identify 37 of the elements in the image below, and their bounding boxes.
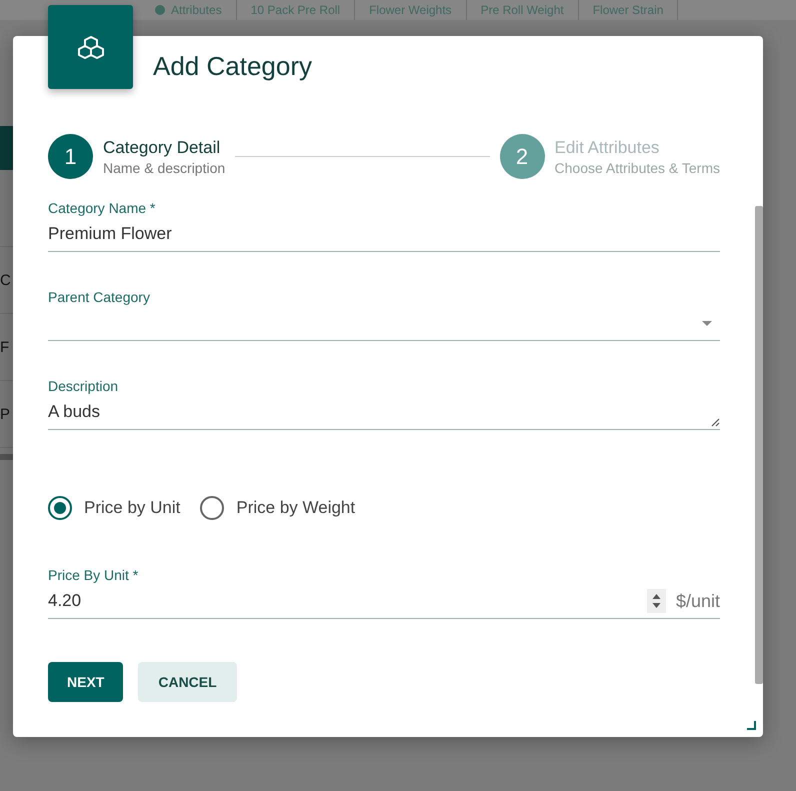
resize-corner-icon[interactable]	[747, 721, 756, 730]
boxes-icon	[78, 35, 104, 59]
next-button[interactable]: NEXT	[48, 662, 124, 702]
field-value: Premium Flower	[48, 224, 172, 244]
step-number: 2	[500, 134, 545, 179]
tag-icon	[154, 4, 166, 16]
row-text: F	[0, 338, 10, 356]
input-field[interactable]: Description A buds	[48, 377, 720, 430]
resize-grip-icon	[711, 418, 720, 427]
radio-button[interactable]	[48, 496, 72, 520]
scrollbar[interactable]	[755, 206, 763, 684]
row-text: P	[0, 406, 10, 422]
row-text: C	[0, 272, 11, 288]
caret-icon	[702, 320, 712, 326]
step-title: Edit Attributes	[554, 138, 660, 158]
field-label: Parent Category	[48, 288, 151, 306]
unit-suffix: $/unit	[676, 590, 720, 612]
cancel-button[interactable]: CANCEL	[138, 662, 237, 702]
dropdown-field[interactable]: Parent Category	[48, 288, 720, 341]
radio-option[interactable]: Price by Unit	[48, 496, 180, 520]
field-value: A buds	[48, 402, 100, 422]
spinner-icon[interactable]	[646, 589, 666, 613]
radio-option[interactable]: Price by Weight	[200, 496, 356, 520]
field-label: Description	[48, 377, 120, 395]
step-subtitle: Choose Attributes & Terms	[554, 160, 720, 176]
header-bar	[0, 126, 13, 170]
dialog-title: Add Category	[153, 50, 312, 82]
input-field[interactable]: Price By Unit * 4.20 $/unit	[48, 566, 720, 619]
input-field[interactable]: Category Name * Premium Flower	[48, 199, 720, 252]
field-label: Price By Unit *	[48, 566, 140, 584]
field-value: 4.20	[48, 591, 82, 611]
horizontal-scrollbar[interactable]	[0, 454, 13, 460]
radio-button[interactable]	[200, 496, 224, 520]
step-number: 1	[48, 134, 93, 179]
step-title: Category Detail	[103, 138, 222, 158]
step-subtitle: Name & description	[103, 160, 226, 176]
field-label: Category Name *	[48, 199, 156, 217]
